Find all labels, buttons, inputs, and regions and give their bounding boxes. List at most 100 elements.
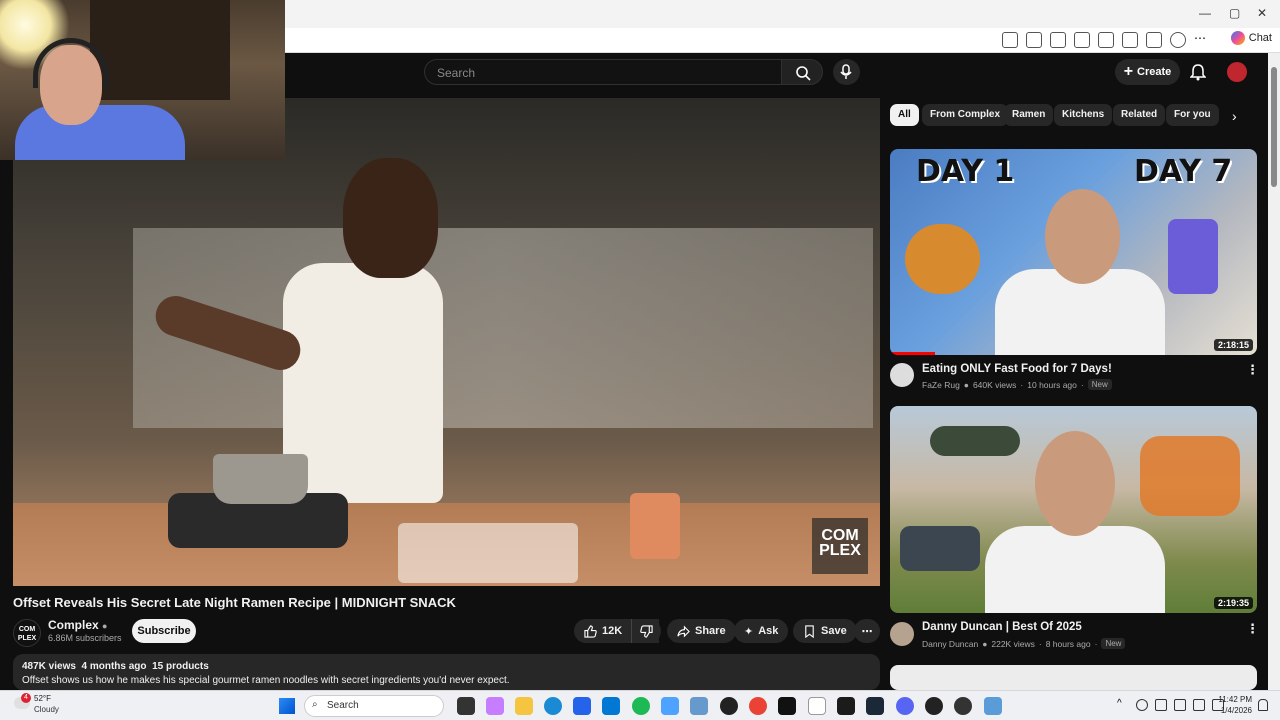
chip-related[interactable]: Related: [1113, 104, 1166, 126]
thumbs-down-icon: [640, 624, 653, 638]
maximize-button[interactable]: ▢: [1229, 6, 1240, 20]
more-vertical-icon[interactable]: ⋮: [1246, 621, 1259, 637]
thumb-car: [900, 526, 980, 571]
video-frame-head: [343, 158, 438, 278]
system-clock[interactable]: 11:42 PM 1/4/2026: [1212, 694, 1252, 716]
chrome-icon[interactable]: [749, 697, 767, 715]
windows-taskbar: 4 52°F Cloudy ⌕ Search ^ 11:42 PM 1/4/20…: [0, 690, 1280, 720]
related-views-2: 222K views: [991, 638, 1035, 649]
more-actions-button[interactable]: ⋯: [854, 619, 880, 643]
tray-app-icon[interactable]: [1136, 699, 1148, 711]
copilot-icon: [1230, 31, 1245, 45]
profile-icon[interactable]: [1170, 32, 1186, 48]
webcam-overlay: [0, 0, 285, 160]
temperature[interactable]: 52°F: [34, 694, 51, 703]
minimize-button[interactable]: —: [1199, 6, 1211, 20]
weather-condition[interactable]: Cloudy: [34, 705, 59, 714]
github-icon[interactable]: [925, 697, 943, 715]
plus-icon: +: [1123, 63, 1134, 80]
notifications-bell-icon[interactable]: [1190, 63, 1206, 81]
video-duration: 2:19:35: [1213, 597, 1253, 609]
chevron-right-icon[interactable]: ›: [1232, 108, 1237, 124]
xbox-icon[interactable]: [837, 697, 855, 715]
document-icon[interactable]: [808, 697, 826, 715]
remote-desktop-icon[interactable]: [984, 697, 1002, 715]
outlook-icon[interactable]: [602, 697, 620, 715]
description-meta: 487K views 4 months ago 15 products: [22, 661, 871, 672]
reader-icon[interactable]: [1026, 32, 1042, 48]
search-input[interactable]: Search: [424, 59, 782, 85]
chip-all[interactable]: All: [890, 104, 919, 126]
store-icon[interactable]: [573, 697, 591, 715]
channel-name-text: Complex: [48, 618, 99, 632]
extensions-icon[interactable]: [1074, 32, 1090, 48]
watch-progress-bar: [890, 352, 935, 355]
copilot-app-icon[interactable]: [486, 697, 504, 715]
webcam-shelf: [90, 0, 230, 100]
app-icon[interactable]: [690, 697, 708, 715]
clock-time: 11:42 PM: [1218, 695, 1252, 704]
system-tray: ^: [1117, 699, 1224, 711]
vpn-icon[interactable]: [661, 697, 679, 715]
page-scrollbar[interactable]: [1268, 53, 1280, 690]
file-explorer-icon[interactable]: [515, 697, 533, 715]
chip-from-complex[interactable]: From Complex: [922, 104, 1009, 126]
voice-search-button[interactable]: [833, 59, 860, 85]
split-screen-icon[interactable]: [1098, 32, 1114, 48]
scrollbar-thumb[interactable]: [1271, 67, 1277, 187]
channel-avatar[interactable]: COM PLEX: [13, 619, 41, 647]
taskbar-search[interactable]: ⌕ Search: [304, 695, 444, 717]
account-avatar[interactable]: [1227, 62, 1247, 82]
chevron-up-icon[interactable]: ^: [1117, 699, 1129, 711]
dislike-button[interactable]: [631, 619, 661, 643]
notification-bell-icon[interactable]: [1258, 699, 1268, 711]
close-button[interactable]: ✕: [1257, 6, 1267, 20]
related-channel-1[interactable]: FaZe Rug: [922, 380, 960, 390]
related-thumbnail-1[interactable]: DAY 1 DAY 7 2:18:15: [890, 149, 1257, 355]
video-player[interactable]: COM PLEX: [13, 98, 880, 586]
discord-icon[interactable]: [896, 697, 914, 715]
favorites-icon[interactable]: [1122, 32, 1138, 48]
share-button[interactable]: Share: [667, 619, 736, 643]
obs-icon[interactable]: [720, 697, 738, 715]
related-title-2[interactable]: Danny Duncan | Best Of 2025: [922, 621, 1082, 633]
related-title-1[interactable]: Eating ONLY Fast Food for 7 Days!: [922, 363, 1112, 375]
copilot-chat-button[interactable]: Chat: [1230, 31, 1272, 45]
search-button[interactable]: [781, 59, 823, 85]
channel-watermark[interactable]: COM PLEX: [812, 518, 868, 574]
description-box[interactable]: 487K views 4 months ago 15 products Offs…: [13, 654, 880, 690]
channel-name[interactable]: Complex ●: [48, 618, 107, 632]
channel-avatar-faze-rug[interactable]: [890, 363, 914, 387]
more-vertical-icon[interactable]: ⋮: [1246, 362, 1259, 378]
volume-icon[interactable]: [1193, 699, 1205, 711]
steam-icon[interactable]: [866, 697, 884, 715]
chip-ramen[interactable]: Ramen: [1004, 104, 1054, 126]
chip-for-you[interactable]: For you: [1166, 104, 1219, 126]
chip-kitchens[interactable]: Kitchens: [1054, 104, 1113, 126]
windows-start-icon[interactable]: [279, 698, 295, 714]
thumb-drink: [1168, 219, 1218, 294]
collections-icon[interactable]: [1146, 32, 1162, 48]
subscribe-button[interactable]: Subscribe: [132, 619, 196, 643]
save-label: Save: [821, 625, 847, 637]
spotify-icon[interactable]: [632, 697, 650, 715]
related-channel-2[interactable]: Danny Duncan: [922, 639, 978, 649]
translate-icon[interactable]: [1002, 32, 1018, 48]
channel-avatar-danny-duncan[interactable]: [890, 622, 914, 646]
create-label: Create: [1137, 66, 1172, 78]
app-icon-2[interactable]: [954, 697, 972, 715]
ask-button[interactable]: ✦ Ask: [734, 619, 789, 643]
task-view-icon[interactable]: [457, 697, 475, 715]
verified-icon: ●: [102, 621, 108, 631]
create-button[interactable]: + Create: [1115, 59, 1180, 85]
app-x-icon[interactable]: [778, 697, 796, 715]
favorite-star-icon[interactable]: [1050, 32, 1066, 48]
sparkle-icon: ✦: [744, 625, 754, 638]
network-icon[interactable]: [1174, 699, 1186, 711]
tray-app-icon-2[interactable]: [1155, 699, 1167, 711]
related-thumbnail-2[interactable]: 2:19:35: [890, 406, 1257, 613]
edge-icon[interactable]: [544, 697, 562, 715]
save-button[interactable]: Save: [793, 619, 857, 643]
more-icon[interactable]: ⋯: [1194, 32, 1210, 48]
related-thumbnail-3[interactable]: [890, 665, 1257, 690]
